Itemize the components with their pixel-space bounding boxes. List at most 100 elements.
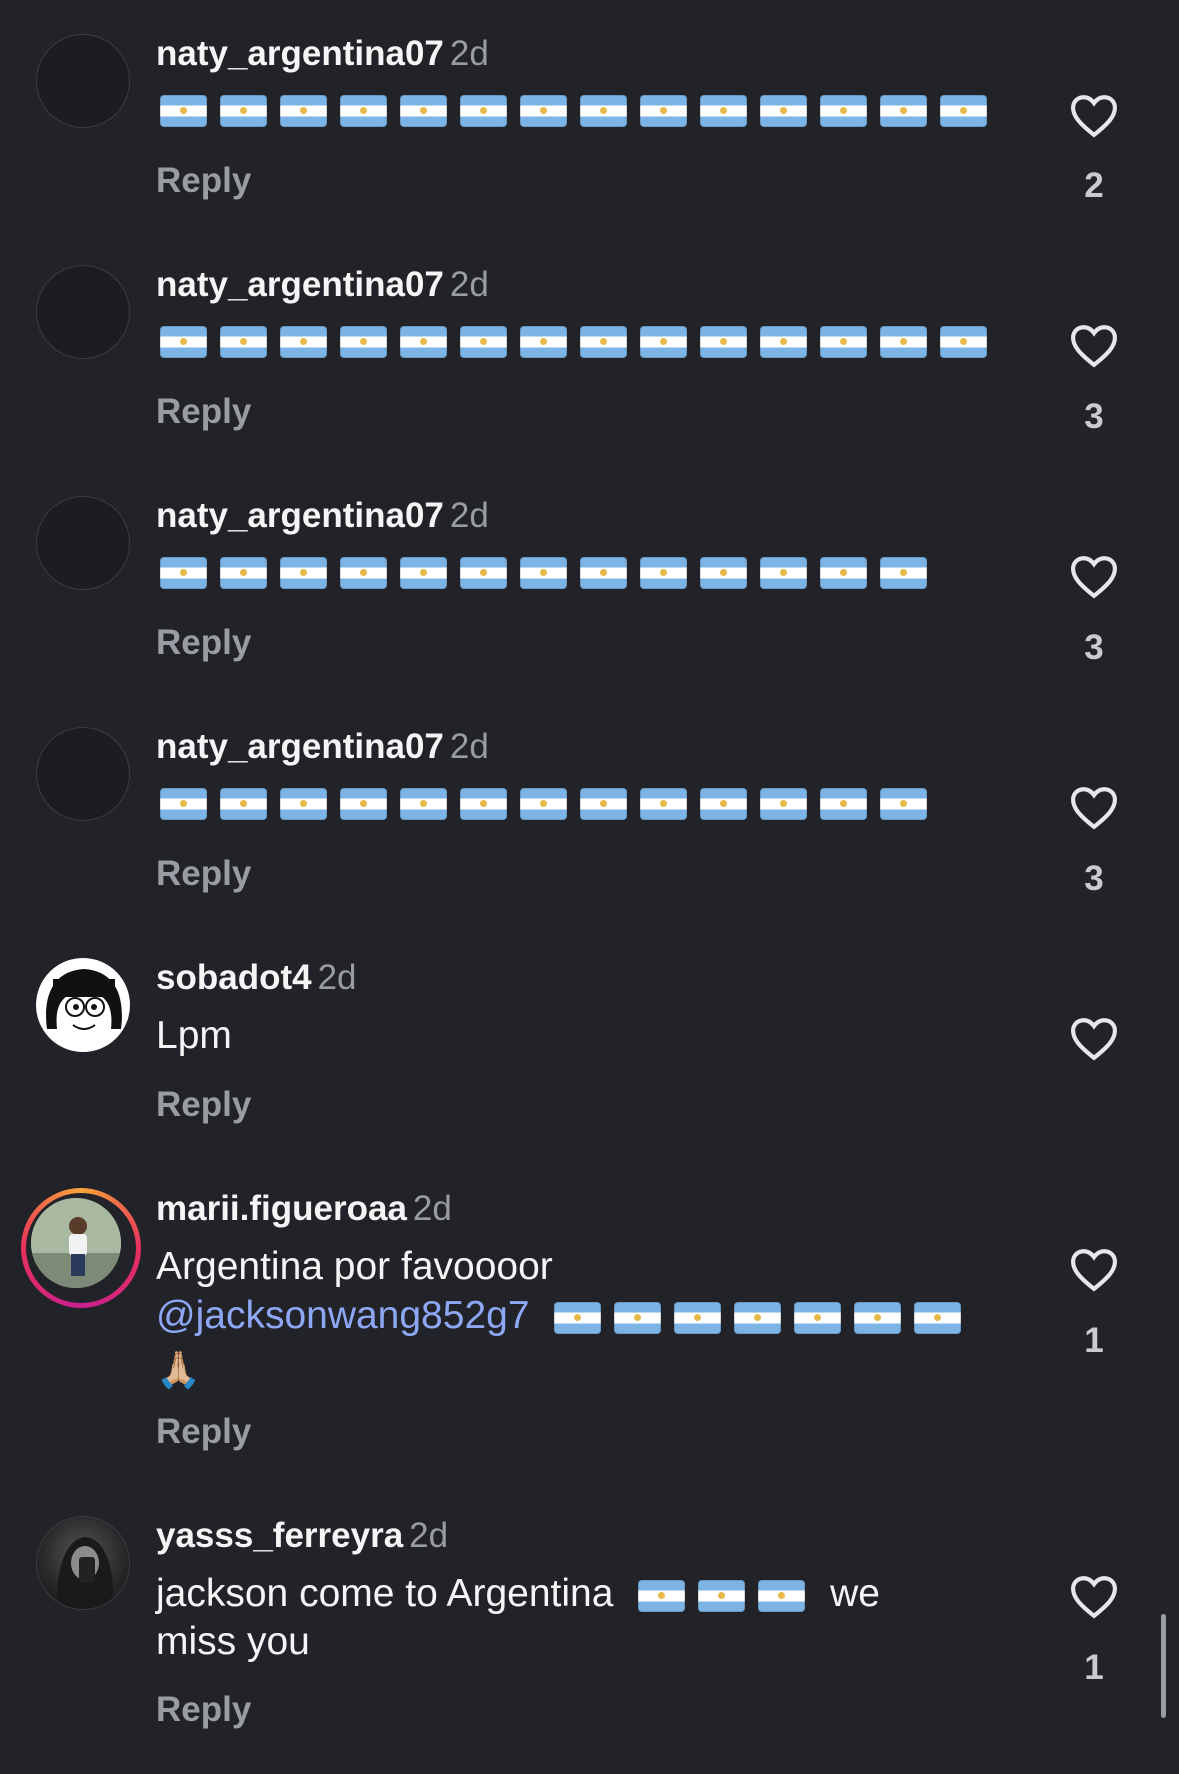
mention-link[interactable]: @jacksonwang852g7	[156, 1294, 530, 1337]
avatar[interactable]	[36, 265, 130, 359]
argentina-flag-emoji	[614, 1301, 662, 1334]
argentina-flag-emoji	[400, 95, 447, 127]
reply-button[interactable]: Reply	[156, 854, 251, 894]
argentina-flag-emoji	[160, 788, 207, 820]
reply-button[interactable]: Reply	[156, 1412, 251, 1452]
person-photo-icon	[31, 1198, 121, 1288]
avatar[interactable]	[36, 958, 130, 1052]
heart-outline-icon[interactable]	[1068, 1246, 1120, 1292]
scrollbar[interactable]	[1161, 1614, 1166, 1718]
argentina-flag-emoji	[220, 788, 267, 820]
username[interactable]: naty_argentina07	[156, 265, 444, 304]
reply-button[interactable]: Reply	[156, 392, 251, 432]
argentina-flag-emoji	[520, 788, 567, 820]
avatar[interactable]	[36, 496, 130, 590]
profile-photo	[31, 1198, 121, 1288]
timestamp: 2d	[412, 1189, 452, 1228]
argentina-flag-emoji	[820, 788, 867, 820]
username[interactable]: sobadot4	[156, 958, 312, 997]
username[interactable]: yasss_ferreyra	[156, 1516, 403, 1555]
praying-hands-emoji: 🙏🏼	[156, 1349, 201, 1390]
reply-button[interactable]: Reply	[156, 161, 251, 201]
argentina-flag-emoji	[914, 1301, 962, 1334]
argentina-flag-emoji	[580, 95, 627, 127]
argentina-flag-emoji	[700, 557, 747, 589]
argentina-flag-emoji	[220, 326, 267, 358]
argentina-flag-emoji	[520, 95, 567, 127]
argentina-flag-emoji	[460, 95, 507, 127]
argentina-flag-emoji	[400, 788, 447, 820]
argentina-flag-emoji	[638, 1579, 686, 1612]
argentina-flag-emoji	[880, 95, 927, 127]
like-count: 3	[1084, 397, 1104, 436]
argentina-flag-emoji	[280, 326, 327, 358]
like-count: 1	[1084, 1648, 1104, 1687]
argentina-flag-emoji	[554, 1301, 602, 1334]
argentina-flag-emoji	[160, 326, 207, 358]
argentina-flag-emoji	[820, 95, 867, 127]
argentina-flag-emoji	[220, 95, 267, 127]
person-photo-icon	[56, 1537, 114, 1609]
username[interactable]: naty_argentina07	[156, 34, 444, 73]
argentina-flag-emoji	[700, 326, 747, 358]
argentina-flag-emoji	[734, 1301, 782, 1334]
argentina-flag-emoji	[640, 326, 687, 358]
username[interactable]: naty_argentina07	[156, 727, 444, 766]
argentina-flag-emoji	[760, 95, 807, 127]
reply-button[interactable]: Reply	[156, 623, 251, 663]
argentina-flag-emoji	[758, 1579, 806, 1612]
argentina-flag-emoji	[280, 788, 327, 820]
heart-outline-icon[interactable]	[1068, 322, 1120, 368]
argentina-flag-emoji	[160, 557, 207, 589]
argentina-flag-emoji	[340, 95, 387, 127]
like-count: 1	[1084, 1321, 1104, 1360]
avatar[interactable]	[36, 1516, 130, 1610]
heart-outline-icon[interactable]	[1068, 1573, 1120, 1619]
argentina-flag-emoji	[640, 788, 687, 820]
avatar[interactable]	[36, 34, 130, 128]
heart-outline-icon[interactable]	[1068, 92, 1120, 138]
argentina-flag-emoji	[400, 557, 447, 589]
username[interactable]: marii.figueroaa	[156, 1189, 407, 1228]
argentina-flag-emoji	[520, 326, 567, 358]
story-ring-avatar[interactable]	[21, 1188, 141, 1308]
timestamp: 2d	[449, 265, 489, 304]
argentina-flag-emoji	[760, 557, 807, 589]
argentina-flag-emoji	[220, 557, 267, 589]
heart-outline-icon[interactable]	[1068, 784, 1120, 830]
timestamp: 2d	[449, 727, 489, 766]
comment-text: miss you	[156, 1620, 310, 1663]
argentina-flag-emoji	[880, 557, 927, 589]
reply-button[interactable]: Reply	[156, 1085, 251, 1125]
flag-emoji-row	[160, 95, 987, 127]
argentina-flag-emoji	[520, 557, 567, 589]
like-count: 3	[1084, 859, 1104, 898]
avatar[interactable]	[36, 727, 130, 821]
timestamp: 2d	[449, 34, 489, 73]
like-count: 3	[1084, 628, 1104, 667]
argentina-flag-emoji	[854, 1301, 902, 1334]
username[interactable]: naty_argentina07	[156, 496, 444, 535]
argentina-flag-emoji	[674, 1301, 722, 1334]
argentina-flag-emoji	[580, 326, 627, 358]
comment-text: Lpm	[156, 1014, 232, 1057]
argentina-flag-emoji	[940, 95, 987, 127]
argentina-flag-emoji	[640, 95, 687, 127]
flag-emoji-row	[160, 788, 927, 820]
argentina-flag-emoji	[400, 326, 447, 358]
timestamp: 2d	[317, 958, 357, 997]
argentina-flag-emoji	[160, 95, 207, 127]
comment-text: Argentina por favoooor	[156, 1245, 553, 1288]
argentina-flag-emoji	[820, 557, 867, 589]
argentina-flag-emoji	[880, 788, 927, 820]
argentina-flag-emoji	[698, 1579, 746, 1612]
argentina-flag-emoji	[460, 557, 507, 589]
heart-outline-icon[interactable]	[1068, 553, 1120, 599]
argentina-flag-emoji	[880, 326, 927, 358]
argentina-flag-emoji	[580, 788, 627, 820]
cartoon-face-icon	[46, 969, 122, 1030]
argentina-flag-emoji	[460, 788, 507, 820]
heart-outline-icon[interactable]	[1068, 1015, 1120, 1061]
reply-button[interactable]: Reply	[156, 1690, 251, 1730]
flag-emoji-row	[638, 1579, 806, 1612]
